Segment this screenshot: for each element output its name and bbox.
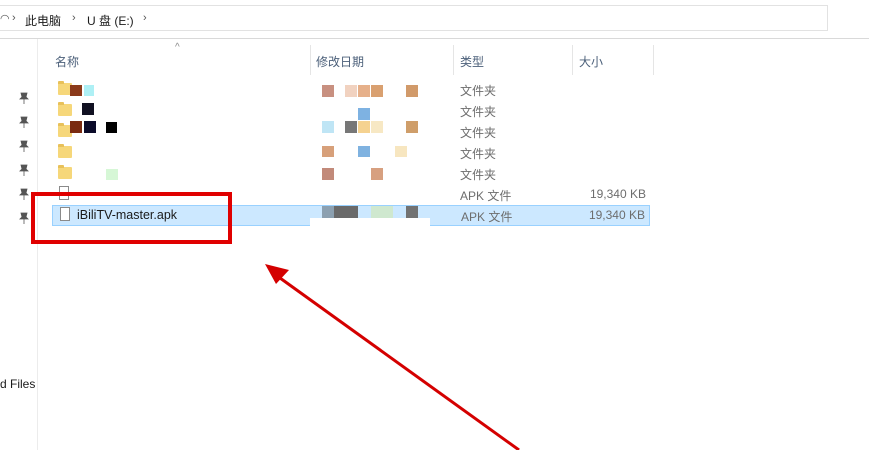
annotation-arrow bbox=[265, 264, 520, 450]
